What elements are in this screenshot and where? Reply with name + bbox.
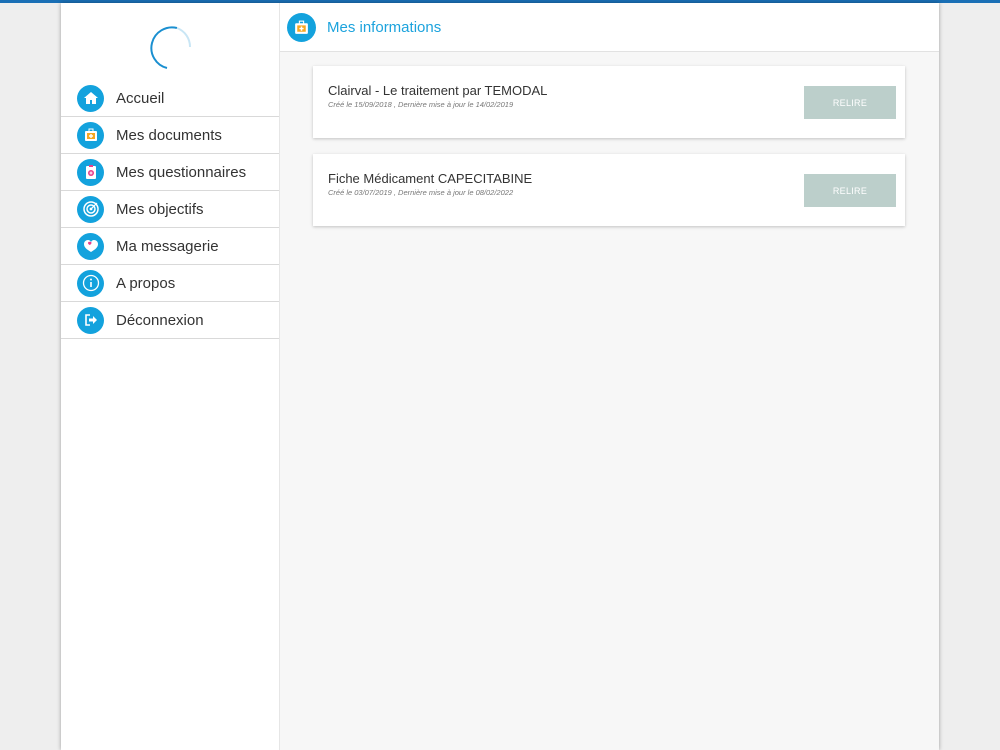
clipboard-icon [77,158,104,186]
sidebar-item-label: Mes objectifs [116,200,204,218]
document-card: Fiche Médicament CAPECITABINE Créé le 03… [313,154,905,226]
logo-arc-icon [150,26,192,69]
document-dates: Créé le 03/07/2019 , Dernière mise à jou… [328,188,514,197]
sidebar-item-label: Mes documents [116,126,222,144]
sidebar-item-a-propos[interactable]: A propos [61,265,279,302]
sidebar-item-label: Déconnexion [116,311,204,329]
sidebar-nav: Accueil Mes documents Mes questionnaires… [61,80,279,339]
message-heart-icon [77,232,104,260]
app-window: Accueil Mes documents Mes questionnaires… [61,3,939,750]
sidebar-item-label: Accueil [116,89,165,107]
document-title: Fiche Médicament CAPECITABINE [328,171,533,186]
info-icon [77,269,104,297]
document-card: Clairval - Le traitement par TEMODAL Cré… [313,66,905,138]
sidebar-item-label: Ma messagerie [116,237,219,255]
main-content: Mes informations Clairval - Le traitemen… [280,3,939,750]
sidebar-item-label: A propos [116,274,176,292]
home-icon [77,84,104,112]
reread-button[interactable]: RELIRE [804,86,896,119]
page-title: Mes informations [327,18,442,36]
document-title: Clairval - Le traitement par TEMODAL [328,83,548,98]
sidebar-item-mes-objectifs[interactable]: Mes objectifs [61,191,279,228]
medical-kit-icon [287,12,316,42]
document-dates: Créé le 15/09/2018 , Dernière mise à jou… [328,100,514,109]
sidebar-item-deconnexion[interactable]: Déconnexion [61,302,279,339]
page-header: Mes informations [280,3,939,52]
target-icon [77,195,104,223]
sidebar-item-ma-messagerie[interactable]: Ma messagerie [61,228,279,265]
app-logo [61,3,279,80]
sidebar-item-label: Mes questionnaires [116,163,247,181]
reread-button[interactable]: RELIRE [804,174,896,207]
sidebar: Accueil Mes documents Mes questionnaires… [61,3,280,750]
sidebar-item-accueil[interactable]: Accueil [61,80,279,117]
medical-kit-icon [77,121,104,149]
sidebar-item-mes-questionnaires[interactable]: Mes questionnaires [61,154,279,191]
logout-icon [77,306,104,334]
sidebar-item-mes-documents[interactable]: Mes documents [61,117,279,154]
